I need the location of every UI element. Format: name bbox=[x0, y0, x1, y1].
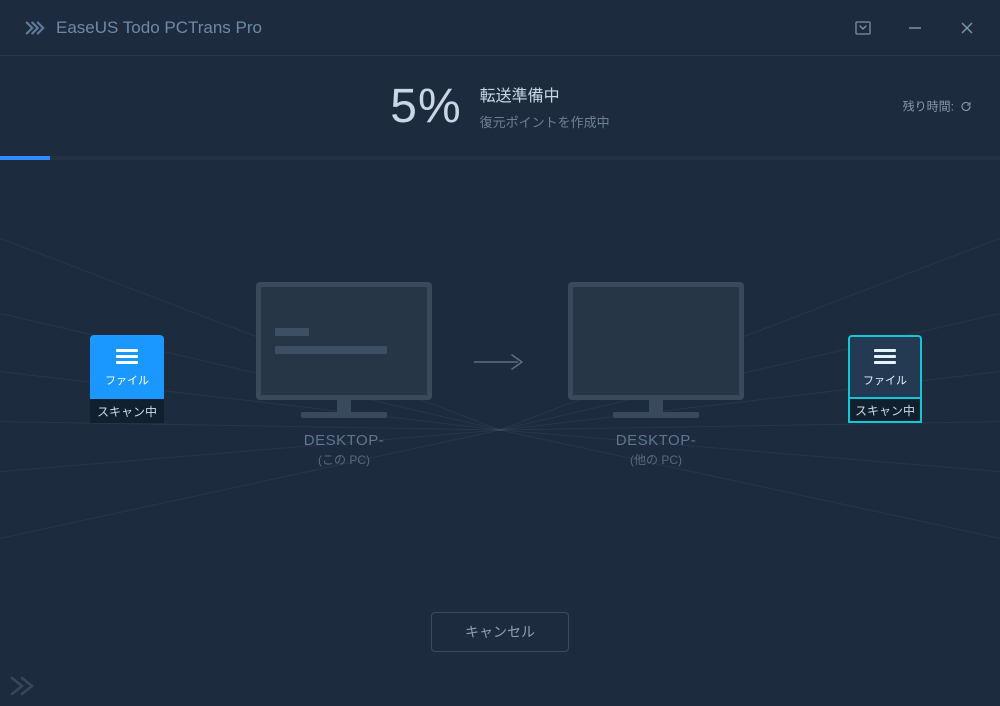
target-pc-role: (他の PC) bbox=[616, 451, 696, 468]
pc-group: DESKTOP- (この PC) bbox=[256, 282, 744, 468]
brand-glyph-icon bbox=[24, 17, 46, 39]
menu-dropdown-icon[interactable] bbox=[850, 15, 876, 41]
minimize-button[interactable] bbox=[902, 15, 928, 41]
brand-watermark-icon bbox=[8, 674, 48, 698]
window-controls bbox=[850, 15, 980, 41]
status-subtitle: 復元ポイントを作成中 bbox=[480, 112, 610, 131]
main-area: ファイル スキャン中 ファイル スキャン中 bbox=[0, 160, 1000, 590]
status-text: 転送準備中 復元ポイントを作成中 bbox=[480, 82, 610, 131]
source-pc-role: (この PC) bbox=[304, 451, 384, 468]
target-pc: DESKTOP- (他の PC) bbox=[568, 282, 744, 468]
app-title: EaseUS Todo PCTrans Pro bbox=[56, 18, 262, 38]
time-remaining: 残り時間: bbox=[903, 98, 972, 115]
status-row: 5% 転送準備中 復元ポイントを作成中 残り時間: bbox=[0, 56, 1000, 156]
source-pc: DESKTOP- (この PC) bbox=[256, 282, 432, 468]
app-logo: EaseUS Todo PCTrans Pro bbox=[24, 17, 262, 39]
source-pc-name: DESKTOP- bbox=[304, 432, 384, 449]
close-button[interactable] bbox=[954, 15, 980, 41]
refresh-icon bbox=[960, 100, 972, 112]
transfer-arrow-icon bbox=[470, 350, 530, 374]
cancel-button[interactable]: キャンセル bbox=[431, 612, 569, 652]
progress-percent: 5% bbox=[390, 79, 461, 134]
footer: キャンセル bbox=[0, 590, 1000, 706]
monitor-icon bbox=[568, 282, 744, 418]
target-pc-name: DESKTOP- bbox=[616, 432, 696, 449]
titlebar: EaseUS Todo PCTrans Pro bbox=[0, 0, 1000, 56]
cancel-button-label: キャンセル bbox=[465, 622, 535, 642]
pc-row: DESKTOP- (この PC) bbox=[0, 160, 1000, 590]
app-window: EaseUS Todo PCTrans Pro bbox=[0, 0, 1000, 706]
monitor-icon bbox=[256, 282, 432, 418]
time-remaining-label: 残り時間: bbox=[903, 98, 954, 115]
status-title: 転送準備中 bbox=[480, 82, 610, 106]
